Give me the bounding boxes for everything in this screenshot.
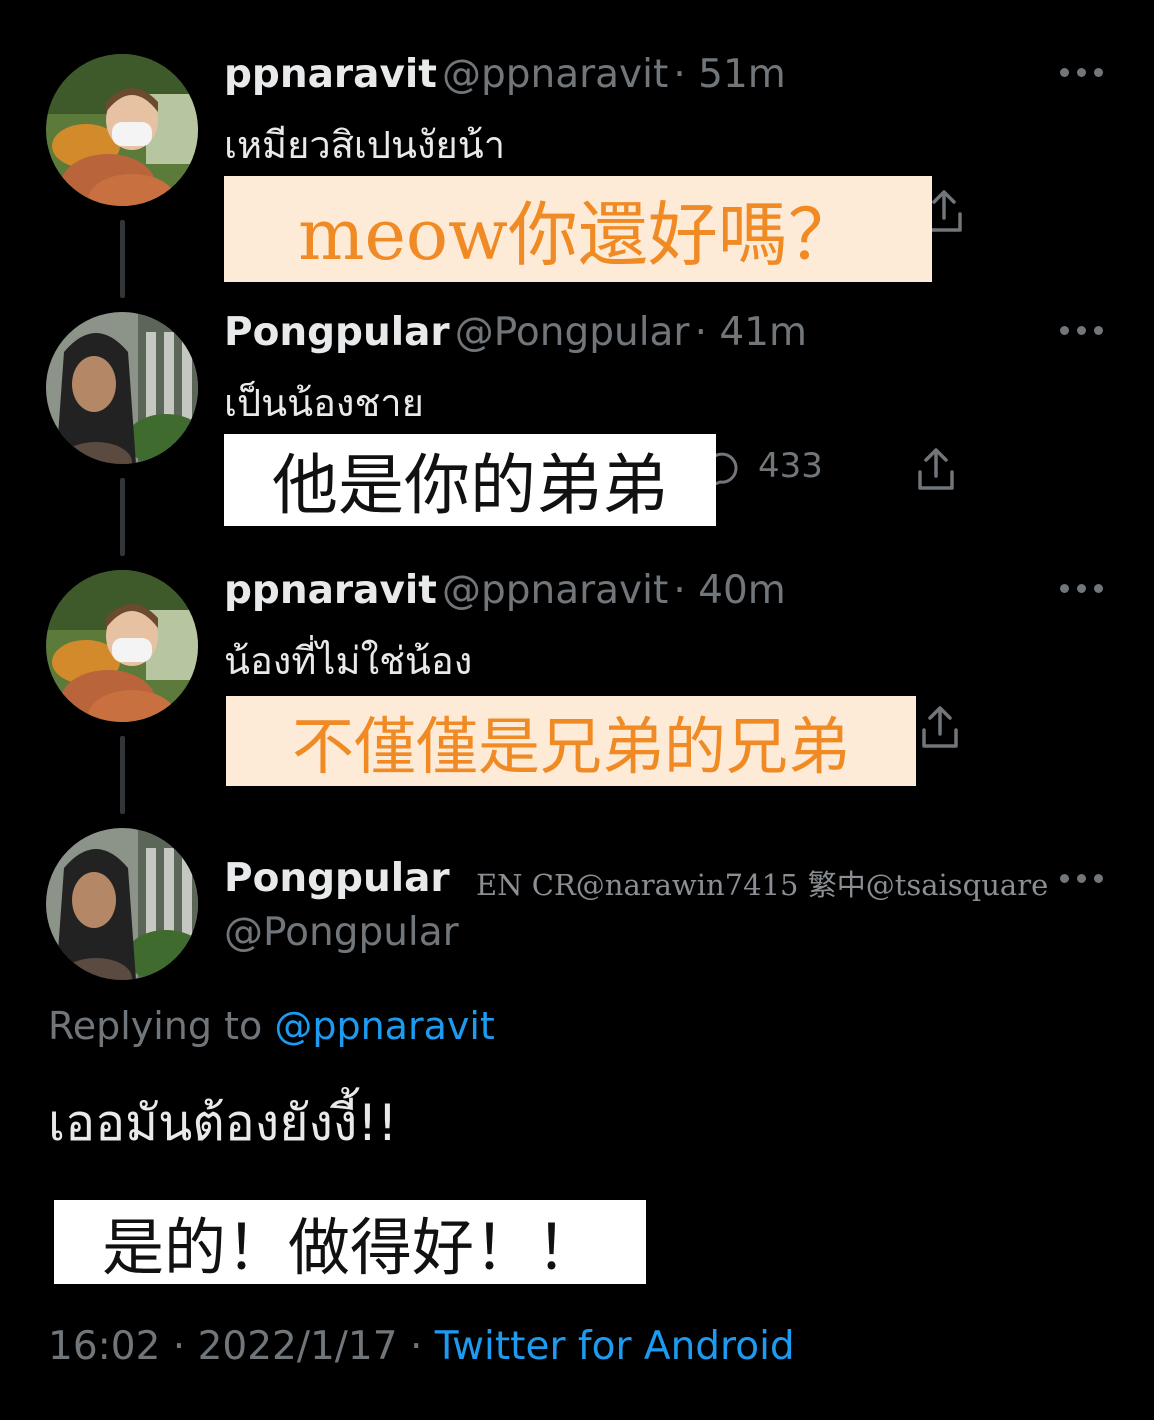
source-link[interactable]: Twitter for Android (435, 1324, 795, 1369)
thread-line (120, 736, 125, 814)
author-name[interactable]: ppnaravit (224, 568, 437, 613)
avatar-pongpular[interactable] (46, 828, 198, 980)
share-icon[interactable] (916, 446, 956, 492)
subtitle-caption: 他是你的弟弟 (224, 434, 716, 526)
more-icon[interactable] (1060, 68, 1104, 80)
author-handle[interactable]: @ppnaravit (442, 568, 668, 613)
main-tweet-text: เออมันต้องยังงี้!! (48, 1094, 398, 1152)
tweet-text: น้องที่ไม่ใช่น้อง (224, 639, 473, 683)
avatar-ppnaravit[interactable] (46, 570, 198, 722)
avatar-ppnaravit[interactable] (46, 54, 198, 206)
author-name[interactable]: ppnaravit (224, 52, 437, 97)
more-icon[interactable] (1060, 584, 1104, 596)
tweet-header: ppnaravit @ppnaravit · 51m (224, 52, 786, 97)
reply-count: 433 (758, 446, 823, 486)
thread-line (120, 220, 125, 298)
subtitle-caption: meow你還好嗎？ (224, 176, 932, 282)
more-icon[interactable] (1060, 874, 1104, 886)
subtitle-caption: 不僅僅是兄弟的兄弟 (226, 696, 916, 786)
tweet-header: Pongpular @Pongpular · 41m (224, 310, 807, 355)
replying-label: Replying to (48, 1004, 263, 1048)
avatar-pongpular[interactable] (46, 312, 198, 464)
tweet-time[interactable]: · 40m (673, 568, 785, 613)
tweet-text: เป็นน้องชาย (224, 381, 424, 425)
share-icon[interactable] (920, 704, 960, 750)
thread-line (120, 478, 125, 556)
tweet-text: เหมียวสิเปนงัยน้า (224, 123, 506, 167)
replying-handle-link[interactable]: @ppnaravit (274, 1004, 494, 1048)
author-handle[interactable]: @Pongpular (224, 910, 459, 955)
author-name[interactable]: Pongpular (224, 310, 450, 355)
replying-to: Replying to @ppnaravit (48, 1004, 495, 1048)
tweet-time[interactable]: · 51m (673, 52, 785, 97)
tweet-time[interactable]: · 41m (695, 310, 807, 355)
translation-credit: EN CR@narawin7415 繁中@tsaisquare (476, 868, 1049, 902)
author-name[interactable]: Pongpular (224, 856, 450, 901)
timestamp: 16:02 · 2022/1/17 · (48, 1324, 423, 1369)
more-icon[interactable] (1060, 326, 1104, 338)
subtitle-caption: 是的！做得好！！ (54, 1200, 646, 1284)
author-handle[interactable]: @ppnaravit (442, 52, 668, 97)
tweet-header: ppnaravit @ppnaravit · 40m (224, 568, 786, 613)
author-handle[interactable]: @Pongpular (455, 310, 690, 355)
tweet-timestamp-row: 16:02 · 2022/1/17 · Twitter for Android (48, 1324, 795, 1369)
